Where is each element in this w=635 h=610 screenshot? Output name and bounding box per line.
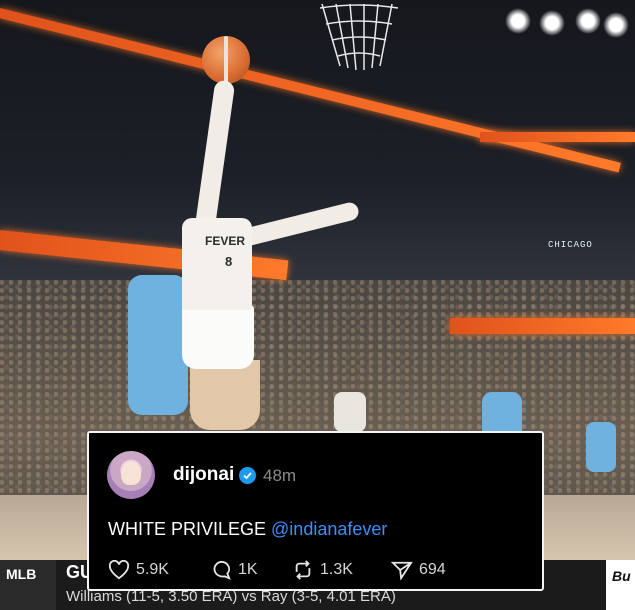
basketball bbox=[202, 36, 250, 84]
reply-button[interactable]: 1K bbox=[210, 559, 258, 581]
led-ribbon bbox=[450, 318, 635, 334]
player-jersey bbox=[182, 218, 252, 310]
player-shorts bbox=[182, 305, 254, 369]
share-count: 694 bbox=[419, 561, 446, 578]
led-ribbon bbox=[480, 132, 635, 142]
player-arm bbox=[194, 79, 236, 231]
ticker-logo: Bu bbox=[606, 560, 635, 610]
player-arm bbox=[239, 200, 361, 248]
like-button[interactable]: 5.9K bbox=[108, 559, 169, 581]
verified-badge-icon bbox=[239, 467, 256, 484]
ticker-league: MLB bbox=[6, 566, 37, 582]
repost-icon bbox=[295, 560, 311, 580]
background-player bbox=[334, 392, 366, 432]
basketball-hoop bbox=[319, 3, 399, 71]
defender-player bbox=[586, 422, 616, 472]
comment-icon bbox=[213, 560, 231, 580]
social-post-card[interactable]: dijonai 48m WHITE PRIVILEGE @indianafeve… bbox=[87, 431, 544, 591]
defender-player bbox=[128, 275, 188, 415]
post-body: WHITE PRIVILEGE bbox=[108, 519, 272, 539]
ticker-league-box: MLB bbox=[0, 560, 56, 610]
ticker-logo-text: Bu bbox=[612, 568, 631, 584]
led-ribbon bbox=[0, 8, 621, 173]
post-text: WHITE PRIVILEGE @indianafever bbox=[108, 519, 387, 540]
post-timestamp: 48m bbox=[263, 466, 297, 485]
repost-button[interactable]: 1.3K bbox=[292, 559, 353, 581]
like-count: 5.9K bbox=[136, 561, 169, 578]
mention-link[interactable]: @indianafever bbox=[271, 519, 387, 539]
share-button[interactable]: 694 bbox=[391, 559, 446, 581]
repost-count: 1.3K bbox=[320, 561, 353, 578]
player-legs bbox=[190, 360, 260, 430]
heart-icon bbox=[108, 560, 130, 580]
jersey-number: 8 bbox=[225, 254, 233, 269]
jersey-text: FEVER bbox=[205, 234, 246, 248]
avatar[interactable] bbox=[107, 451, 155, 499]
reply-count: 1K bbox=[238, 561, 258, 578]
send-icon bbox=[391, 561, 413, 580]
arena-board-text: CHICAGO bbox=[548, 240, 593, 250]
username[interactable]: dijonai bbox=[173, 464, 234, 486]
